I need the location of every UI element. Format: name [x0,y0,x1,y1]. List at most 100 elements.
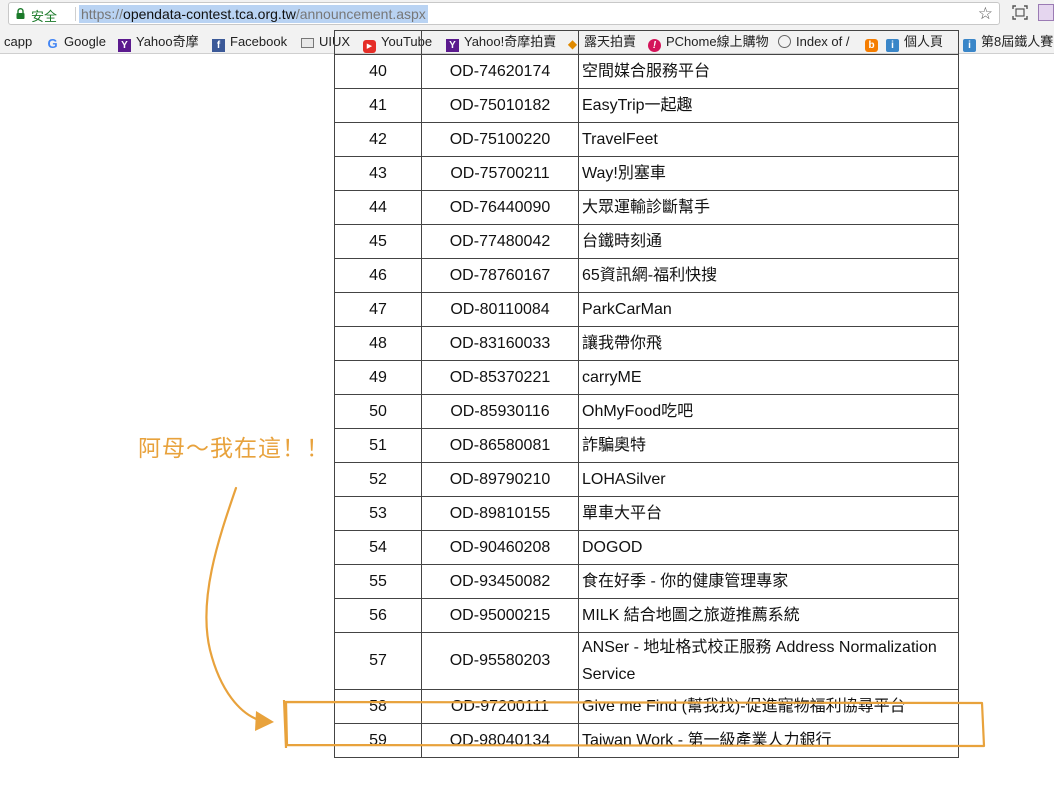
entry-number: 55 [334,564,422,599]
table-row: 50 OD-85930116 OhMyFood吃吧 [334,394,959,429]
entry-id: OD-75010182 [421,88,579,123]
entry-name: MILK 結合地圖之旅遊推薦系統 [578,598,959,633]
annotation-arrow-curve [205,486,264,723]
table-row: 42 OD-75100220 TravelFeet [334,122,959,157]
bookmark-google[interactable]: G Google [46,30,106,53]
annotation-text: 阿母～我在這！！ [138,435,330,461]
bookmark-label: Facebook [230,34,288,49]
announcement-table-body: 40 OD-74620174 空間媒合服務平台 41 OD-75010182 EasyTr… [334,30,959,758]
table-row: 41 OD-75010182 EasyTrip一起趣 [334,88,959,123]
bookmark-label: 第8屆鐵人賽 [981,34,1054,49]
table-row: 40 OD-74620174 空間媒合服務平台 [334,54,959,89]
entry-number: 46 [334,258,422,293]
table-row: 51 OD-86580081 詐騙奧特 [334,428,959,463]
entry-name: ANSer - 地址格式校正服務 Address Normalization S… [578,632,959,690]
entry-id [421,30,579,55]
entry-number: 47 [334,292,422,327]
entry-name: Give me Find (幫我找)-促進寵物福利協尋平台 [578,689,959,724]
entry-number: 53 [334,496,422,531]
entry-id: OD-95580203 [421,632,579,690]
entry-number: 52 [334,462,422,497]
bookmark-label: capp [4,34,33,49]
url-text[interactable]: https://opendata-contest.tca.org.tw/anno… [79,5,428,23]
entry-number: 57 [334,632,422,690]
entry-id: OD-97200111 [421,689,579,724]
table-row: 58 OD-97200111 Give me Find (幫我找)-促進寵物福利協尋… [334,689,959,724]
entry-name: carryME [578,360,959,395]
entry-number: 44 [334,190,422,225]
table-row [334,30,959,55]
entry-id: OD-76440090 [421,190,579,225]
entry-id: OD-77480042 [421,224,579,259]
entry-id: OD-83160033 [421,326,579,361]
entry-number: 41 [334,88,422,123]
entry-name: 空間媒合服務平台 [578,54,959,89]
extension-icon[interactable] [1038,4,1054,21]
entry-name: OhMyFood吃吧 [578,394,959,429]
omnibox-divider [75,7,76,21]
table-row: 45 OD-77480042 台鐵時刻通 [334,224,959,259]
entry-number: 43 [334,156,422,191]
table-row: 49 OD-85370221 carryME [334,360,959,395]
table-row: 56 OD-95000215 MILK 結合地圖之旅遊推薦系統 [334,598,959,633]
entry-id: OD-95000215 [421,598,579,633]
bookmark-capp[interactable]: capp [4,30,32,53]
browser-toolbar: 安全 https://opendata-contest.tca.org.tw/a… [0,0,1054,30]
entry-id: OD-93450082 [421,564,579,599]
entry-number: 45 [334,224,422,259]
cast-icon[interactable] [1012,5,1028,20]
entry-name: 讓我帶你飛 [578,326,959,361]
entry-id: OD-80110084 [421,292,579,327]
url-path: /announcement.aspx [295,6,426,22]
table-row: 47 OD-80110084 ParkCarMan [334,292,959,327]
entry-name: 65資訊網-福利快搜 [578,258,959,293]
entry-name [578,30,959,55]
bookmark-facebook[interactable]: f Facebook [212,30,287,53]
table-row: 55 OD-93450082 食在好季 - 你的健康管理專家 [334,564,959,599]
entry-number: 54 [334,530,422,565]
table-row: 54 OD-90460208 DOGOD [334,530,959,565]
yahoo-icon: Y [118,39,131,52]
entry-id: OD-78760167 [421,258,579,293]
table-row: 57 OD-95580203 ANSer - 地址格式校正服務 Address No… [334,632,959,690]
entry-id: OD-89810155 [421,496,579,531]
google-icon: G [47,36,58,51]
entry-name: 台鐵時刻通 [578,224,959,259]
entry-id: OD-89790210 [421,462,579,497]
entry-id: OD-75700211 [421,156,579,191]
facebook-icon: f [212,39,225,52]
url-host: opendata-contest.tca.org.tw [123,6,296,22]
ithome-icon: i [963,39,976,52]
entry-name: EasyTrip一起趣 [578,88,959,123]
table-row: 48 OD-83160033 讓我帶你飛 [334,326,959,361]
annotation-arrow-head [255,711,274,731]
entry-name: DOGOD [578,530,959,565]
entry-number: 56 [334,598,422,633]
entry-name: 單車大平台 [578,496,959,531]
bookmark-label: Yahoo奇摩 [136,34,199,49]
table-row: 53 OD-89810155 單車大平台 [334,496,959,531]
entry-id: OD-86580081 [421,428,579,463]
table-row: 52 OD-89790210 LOHASilver [334,462,959,497]
entry-id: OD-85370221 [421,360,579,395]
table-row: 44 OD-76440090 大眾運輸診斷幫手 [334,190,959,225]
entry-name: 詐騙奧特 [578,428,959,463]
entry-number: 58 [334,689,422,724]
entry-name: 食在好季 - 你的健康管理專家 [578,564,959,599]
folder-icon [301,38,314,48]
address-bar[interactable]: 安全 https://opendata-contest.tca.org.tw/a… [8,2,1000,25]
url-scheme: https:// [81,6,124,22]
entry-name: LOHASilver [578,462,959,497]
entry-name: Way!別塞車 [578,156,959,191]
entry-number: 48 [334,326,422,361]
entry-number: 59 [334,723,422,758]
bookmark-label: Google [64,34,106,49]
entry-number [334,30,422,55]
entry-id: OD-74620174 [421,54,579,89]
entry-number: 42 [334,122,422,157]
secure-label: 安全 [31,9,58,24]
bookmark-yahoo[interactable]: Y Yahoo奇摩 [118,30,199,53]
bookmark-star-icon[interactable]: ☆ [978,3,993,25]
entry-name: Taiwan Work - 第一級產業人力銀行 [578,723,959,758]
bookmark-ironman[interactable]: i 第8屆鐵人賽 [963,30,1053,53]
